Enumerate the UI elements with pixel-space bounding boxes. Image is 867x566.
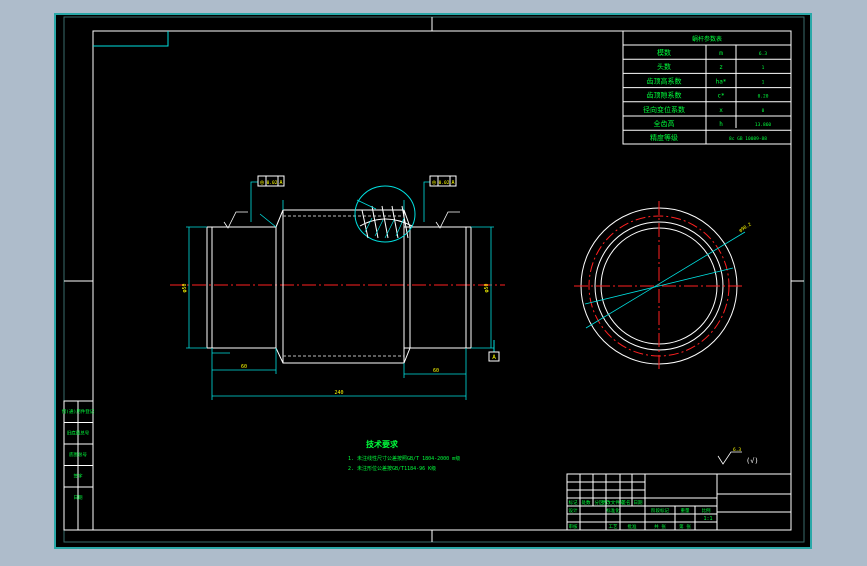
cad-drawing-viewport[interactable]: 蜗杆参数表 模数 m 6.3 头数 z 1 齿顶高系数 ha* 1 齿顶隙系数 c* 0.20 径向变位… [0, 0, 867, 562]
title-block-label: 审核 [569, 523, 578, 530]
dim-right-diameter: φ50 [484, 283, 490, 292]
param-value: 8c GB 10089-88 [729, 136, 767, 142]
title-block-label: 比例 [702, 507, 711, 514]
param-symbol: z [719, 64, 723, 71]
gdt-left-symbol: ◎ [260, 179, 264, 186]
surface-finish-note-text: (√) [746, 457, 759, 465]
param-value: 13.860 [755, 122, 772, 128]
left-strip-label: 旧底图总号 [67, 430, 90, 437]
left-strip-label: 借(通)用件登记 [62, 408, 95, 415]
param-symbol: h [719, 121, 723, 128]
param-symbol: m [719, 50, 723, 57]
param-name: 模数 [657, 48, 671, 57]
title-block-label: 重量 [681, 507, 690, 514]
gdt-left-datum: A [279, 180, 282, 186]
param-value: 6.3 [759, 51, 767, 57]
param-name: 齿顶高系数 [647, 76, 682, 85]
param-value: 0 [762, 108, 765, 114]
left-strip-label: 底图总号 [69, 451, 87, 458]
title-block-label: 标记 [569, 499, 578, 506]
tech-req-item-1: 1. 未注线性尺寸公差按照GB/T 1804-2000 m级 [348, 455, 460, 462]
param-name: 径向变位系数 [643, 105, 685, 114]
surface-finish-value: 6.3 [733, 447, 741, 453]
param-value: 0.20 [758, 94, 769, 100]
gdt-left-value: 0.02 [267, 180, 278, 186]
title-block-label: 工艺 [609, 524, 618, 530]
title-block-label: 签名 [622, 499, 631, 506]
gdt-right-value: 0.02 [439, 180, 450, 186]
param-symbol: ha* [716, 78, 727, 85]
gdt-right-symbol: ◎ [432, 179, 436, 186]
dim-left-journal: 60 [241, 364, 247, 370]
param-symbol: c* [717, 93, 725, 100]
title-block-label: 共 张 [654, 523, 666, 530]
param-value: 1 [762, 79, 765, 85]
param-symbol: x [719, 107, 723, 114]
param-name: 头数 [657, 62, 671, 71]
param-name: 精度等级 [650, 133, 678, 142]
param-table-title: 蜗杆参数表 [692, 35, 722, 43]
tech-req-item-2: 2. 未注形位公差按GB/T1184-96 K级 [348, 465, 436, 472]
title-block-label: 处数 [582, 499, 591, 506]
dim-right-journal: 60 [433, 368, 439, 374]
param-value: 1 [762, 65, 765, 71]
title-block-label: 标准化 [606, 507, 620, 514]
drawing-canvas[interactable]: 蜗杆参数表 模数 m 6.3 头数 z 1 齿顶高系数 ha* 1 齿顶隙系数 c* 0.20 径向变位… [0, 0, 867, 562]
tech-req-title: 技术要求 [366, 439, 399, 449]
title-block-label: 第 张 [679, 523, 691, 530]
param-name: 齿顶隙系数 [647, 91, 682, 100]
title-block-label: 日期 [634, 500, 643, 506]
title-block-ratio: 1:1 [703, 516, 712, 522]
left-strip-label: 日期 [74, 495, 83, 501]
gdt-right-datum: A [451, 180, 454, 186]
title-block-label: 阶段标记 [651, 507, 669, 514]
left-strip-label: 签字 [74, 473, 83, 480]
dim-left-diameter: φ50 [182, 283, 188, 292]
title-block-label: 设计 [569, 507, 578, 514]
dim-overall-length: 240 [334, 390, 343, 396]
param-name: 全齿高 [654, 119, 675, 128]
datum-a-label: A [492, 354, 496, 361]
title-block-label: 批准 [628, 523, 637, 530]
